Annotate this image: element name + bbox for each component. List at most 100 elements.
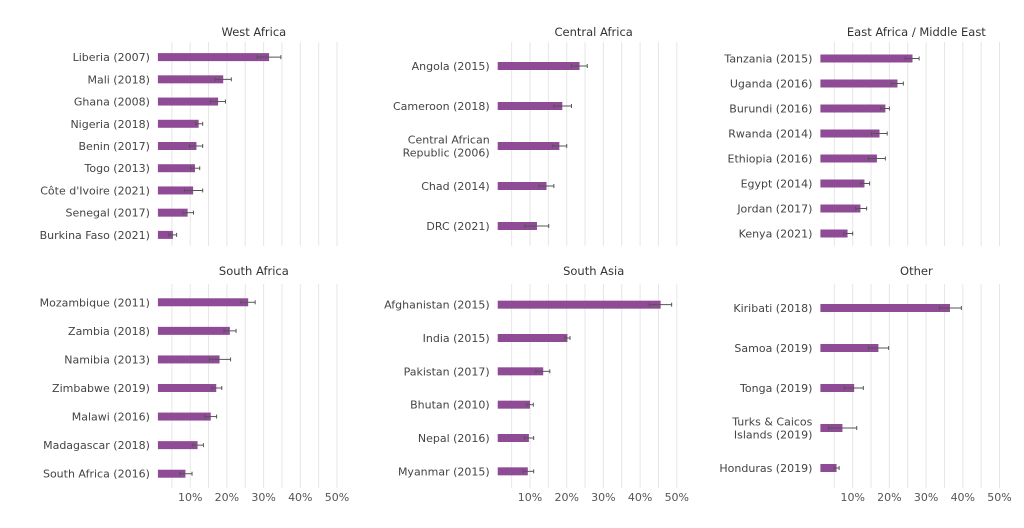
category-label-line: Turks & Caicos — [731, 416, 812, 429]
category-label: Central African Republic (2006) — [403, 134, 490, 160]
category-label-line: Kiribati (2018) — [733, 302, 812, 315]
x-tick-label: 40% — [628, 491, 652, 504]
category-label: Liberia (2007) — [73, 51, 150, 64]
category-label: DRC (2021) — [426, 220, 489, 233]
category-label-line: Angola (2015) — [412, 60, 490, 73]
category-label-line: Bhutan (2010) — [410, 399, 490, 412]
category-label-line: Afghanistan (2015) — [384, 299, 490, 312]
category-label: Kiribati (2018) — [733, 302, 812, 315]
bar — [157, 75, 224, 84]
category-label: Jordan (2017) — [736, 203, 812, 216]
category-label-line: Myanmar (2015) — [398, 465, 490, 478]
category-label: Nepal (2016) — [418, 432, 490, 445]
bar — [820, 54, 913, 63]
category-label-line: Honduras (2019) — [719, 462, 812, 475]
bar — [497, 142, 560, 150]
category-label: Zimbabwe (2019) — [52, 382, 150, 395]
category-label-line: Rwanda (2014) — [728, 128, 812, 141]
category-label: Zambia (2018) — [68, 325, 150, 338]
category-label: Chad (2014) — [421, 180, 489, 193]
category-label-line: South Africa (2016) — [43, 468, 150, 481]
category-label-line: Ghana (2008) — [74, 96, 150, 109]
x-tick-label: 30% — [591, 491, 615, 504]
category-label-line: Mozambique (2011) — [40, 296, 150, 309]
category-label: South Africa (2016) — [43, 468, 150, 481]
x-tick-label: 50% — [665, 491, 689, 504]
category-label-line: Ethiopia (2016) — [728, 153, 813, 166]
category-label-line: Samoa (2019) — [734, 342, 812, 355]
panel-east-africa-middle-east: East Africa / Middle East Tanzania (2015)… — [723, 25, 1000, 246]
bar — [157, 164, 195, 173]
category-label-line: Islands (2019) — [734, 429, 813, 442]
category-label-line: Liberia (2007) — [73, 51, 150, 64]
category-label: Senegal (2017) — [66, 207, 150, 220]
category-label-line: Egypt (2014) — [741, 178, 813, 191]
category-label-line: Mali (2018) — [87, 73, 149, 86]
category-label: Madagascar (2018) — [43, 439, 150, 452]
x-tick-label: 20% — [554, 491, 578, 504]
panel-south-asia: South Asia Afghanistan (2015) India (2015)… — [384, 264, 689, 504]
category-label: Samoa (2019) — [734, 342, 812, 355]
category-label: India (2015) — [423, 332, 490, 345]
x-tick-label: 40% — [288, 491, 312, 504]
category-label-line: Burkina Faso (2021) — [40, 229, 150, 242]
category-label: Rwanda (2014) — [728, 128, 812, 141]
x-tick-label: 10% — [840, 491, 864, 504]
category-label: Uganda (2016) — [730, 78, 813, 91]
bar — [497, 102, 563, 110]
category-label: Ghana (2008) — [74, 96, 150, 109]
category-label-line: Tanzania (2015) — [723, 53, 812, 66]
bar — [820, 129, 880, 138]
category-label-line: DRC (2021) — [426, 220, 489, 233]
panel-west-africa: West Africa Liberia (2007) Mali (2018) Ghan… — [40, 25, 338, 246]
category-label: Turks & Caicos Islands (2019) — [731, 416, 812, 442]
category-label: Nigeria (2018) — [70, 118, 149, 131]
category-label-line: Jordan (2017) — [736, 203, 812, 216]
bar — [157, 384, 217, 392]
category-label-line: Nigeria (2018) — [70, 118, 149, 131]
category-label-line: Zimbabwe (2019) — [52, 382, 150, 395]
category-label: Ethiopia (2016) — [728, 153, 813, 166]
category-label-line: India (2015) — [423, 332, 490, 345]
x-tick-label: 20% — [215, 491, 239, 504]
bar — [157, 53, 270, 62]
x-tick-label: 20% — [877, 491, 901, 504]
panel-title: Other — [900, 264, 933, 278]
bar — [157, 326, 230, 335]
category-label-line: Zambia (2018) — [68, 325, 150, 338]
category-label-line: Burundi (2016) — [729, 103, 812, 116]
category-label-line: Uganda (2016) — [730, 78, 813, 91]
bar — [820, 79, 898, 88]
panel-other: Other Kiribati (2018) Samoa (2019) Tonga (2… — [719, 264, 1011, 504]
category-label: Burundi (2016) — [729, 103, 812, 116]
panel-title: South Africa — [219, 264, 289, 278]
category-label: Côte d'Ivoire (2021) — [40, 184, 150, 197]
bar — [820, 179, 865, 188]
category-label-line: Malawi (2016) — [72, 411, 150, 424]
panel-central-africa: Central Africa Angola (2015) Cameroon (201… — [393, 25, 678, 246]
bar — [820, 204, 861, 213]
bar — [497, 62, 580, 70]
category-label-line: Central African — [408, 134, 490, 147]
bar — [820, 304, 950, 312]
category-label: Namibia (2013) — [64, 353, 150, 366]
category-label-line: Republic (2006) — [403, 147, 490, 160]
category-label: Bhutan (2010) — [410, 399, 490, 412]
x-tick-label: 30% — [251, 491, 275, 504]
category-label: Pakistan (2017) — [404, 365, 490, 378]
category-label: Tanzania (2015) — [723, 53, 812, 66]
category-label-line: Tonga (2019) — [739, 382, 812, 395]
x-tick-label: 50% — [987, 491, 1011, 504]
category-label: Angola (2015) — [412, 60, 490, 73]
category-label-line: Chad (2014) — [421, 180, 489, 193]
x-tick-label: 10% — [178, 491, 202, 504]
category-label-line: Côte d'Ivoire (2021) — [40, 184, 150, 197]
category-label: Egypt (2014) — [741, 178, 813, 191]
category-label-line: Pakistan (2017) — [404, 365, 490, 378]
x-tick-label: 30% — [914, 491, 938, 504]
bar — [157, 119, 199, 128]
category-label: Burkina Faso (2021) — [40, 229, 150, 242]
category-label-line: Togo (2013) — [84, 162, 150, 175]
bar — [497, 334, 568, 342]
category-label: Malawi (2016) — [72, 411, 150, 424]
